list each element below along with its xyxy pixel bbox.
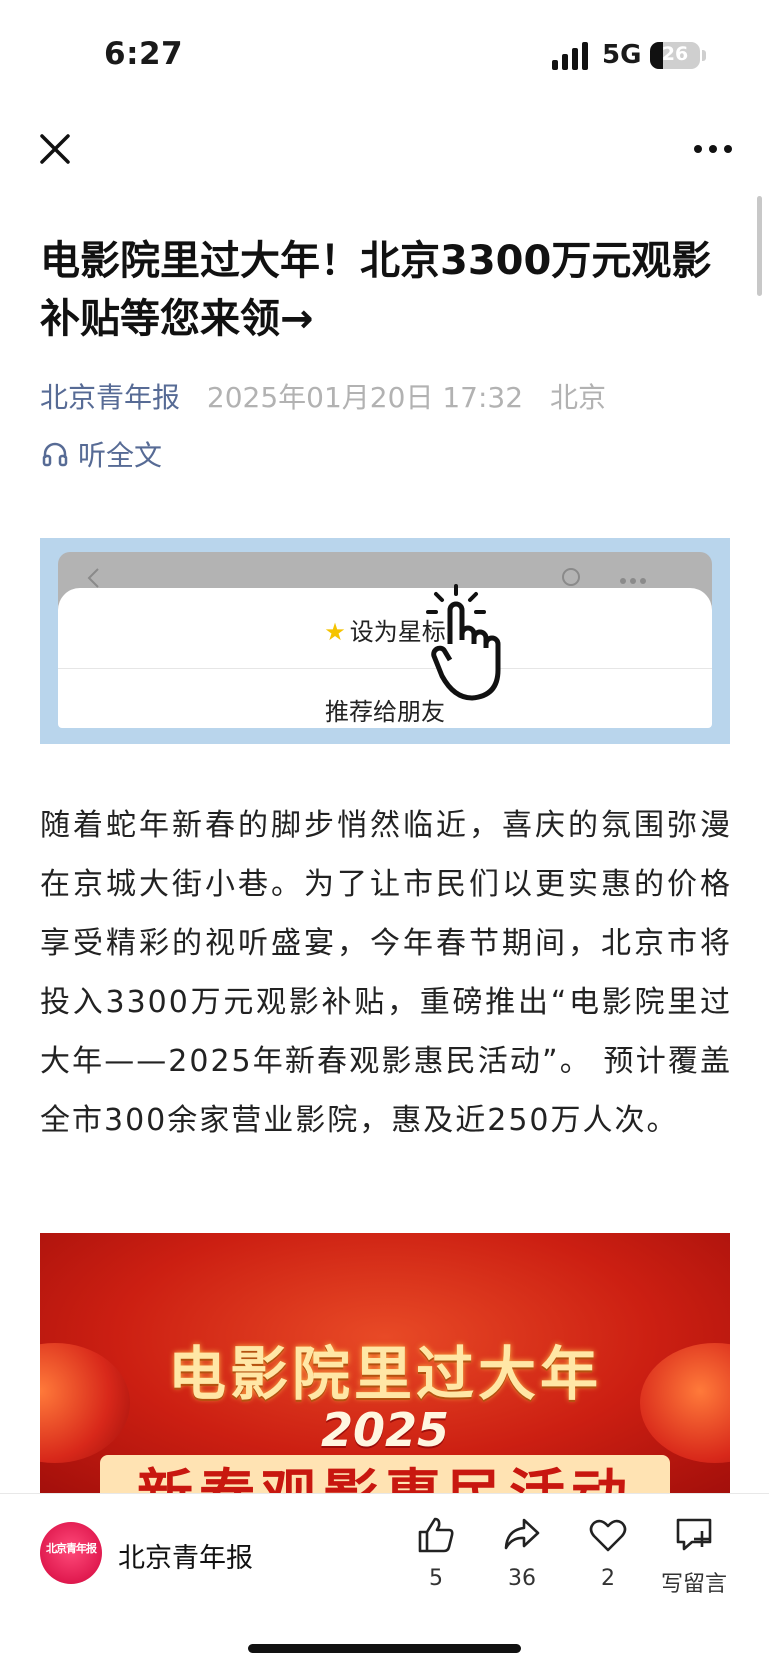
- bottom-account-name[interactable]: 北京青年报: [118, 1536, 253, 1575]
- promo-star-option: ★ 设为星标: [40, 612, 730, 647]
- share-arrow-icon: [504, 1518, 540, 1550]
- poster-subtitle: 新春观影惠民活动: [40, 1451, 730, 1493]
- tap-hand-icon: [426, 584, 501, 701]
- battery-level: 26: [661, 43, 689, 65]
- back-arrow-icon: [87, 568, 99, 588]
- comment-add-icon: [676, 1518, 712, 1551]
- like-button[interactable]: 5: [396, 1516, 476, 1591]
- article-account-link[interactable]: 北京青年报: [40, 381, 180, 414]
- more-dots-icon: [694, 145, 732, 153]
- star-icon: ★: [324, 618, 346, 646]
- favorite-button[interactable]: 2: [568, 1516, 648, 1591]
- account-logo-text: 北京青年报: [46, 1542, 97, 1555]
- headphones-icon: [42, 442, 68, 467]
- promo-divider: [58, 668, 712, 669]
- signal-icon: [552, 42, 592, 70]
- listen-label: 听全文: [78, 439, 163, 472]
- share-button[interactable]: 36: [482, 1516, 562, 1591]
- account-avatar[interactable]: 北京青年报: [40, 1522, 102, 1584]
- scrollbar[interactable]: [757, 196, 762, 296]
- poster-title: 电影院里过大年: [167, 1340, 602, 1408]
- network-type: 5G: [602, 40, 642, 70]
- battery-icon: 26: [650, 42, 700, 69]
- article-poster-image: 电影院里过大年 2025 新春观影惠民活动: [40, 1233, 730, 1493]
- poster-year: 2025: [320, 1403, 450, 1457]
- battery-tip: [702, 50, 706, 61]
- follow-promo-image: ★ 设为星标 推荐给朋友: [40, 538, 730, 744]
- share-count: 36: [508, 1566, 536, 1591]
- listen-button[interactable]: 听全文: [40, 436, 162, 472]
- bottom-action-bar: 北京青年报 北京青年报 5 36 2 写留言: [0, 1493, 769, 1665]
- article-title: 电影院里过大年！北京3300万元观影补贴等您来领→: [40, 238, 712, 342]
- article-paragraph: 随着蛇年新春的脚步悄然临近，喜庆的氛围弥漫在京城大街小巷。为了让市民们以更实惠的…: [40, 808, 732, 1138]
- more-dots-icon: [620, 578, 646, 584]
- home-indicator[interactable]: [248, 1644, 521, 1653]
- article-location: 北京: [549, 381, 606, 414]
- promo-recommend-option: 推荐给朋友: [325, 698, 445, 726]
- thumbs-up-icon: [418, 1517, 454, 1553]
- status-time: 6:27: [104, 36, 184, 72]
- close-icon: [40, 134, 70, 164]
- status-bar: 6:27 5G 26: [0, 0, 769, 110]
- article-date: 2025年01月20日 17:32: [206, 381, 524, 414]
- close-button[interactable]: [32, 126, 78, 172]
- article-meta: 北京青年报 2025年01月20日 17:32 北京: [40, 376, 606, 416]
- like-count: 5: [429, 1566, 443, 1591]
- comment-label: 写留言: [660, 1572, 727, 1597]
- comment-button[interactable]: 写留言: [654, 1516, 734, 1598]
- heart-icon: [589, 1519, 627, 1552]
- favorite-count: 2: [601, 1566, 615, 1591]
- more-button[interactable]: [690, 132, 736, 168]
